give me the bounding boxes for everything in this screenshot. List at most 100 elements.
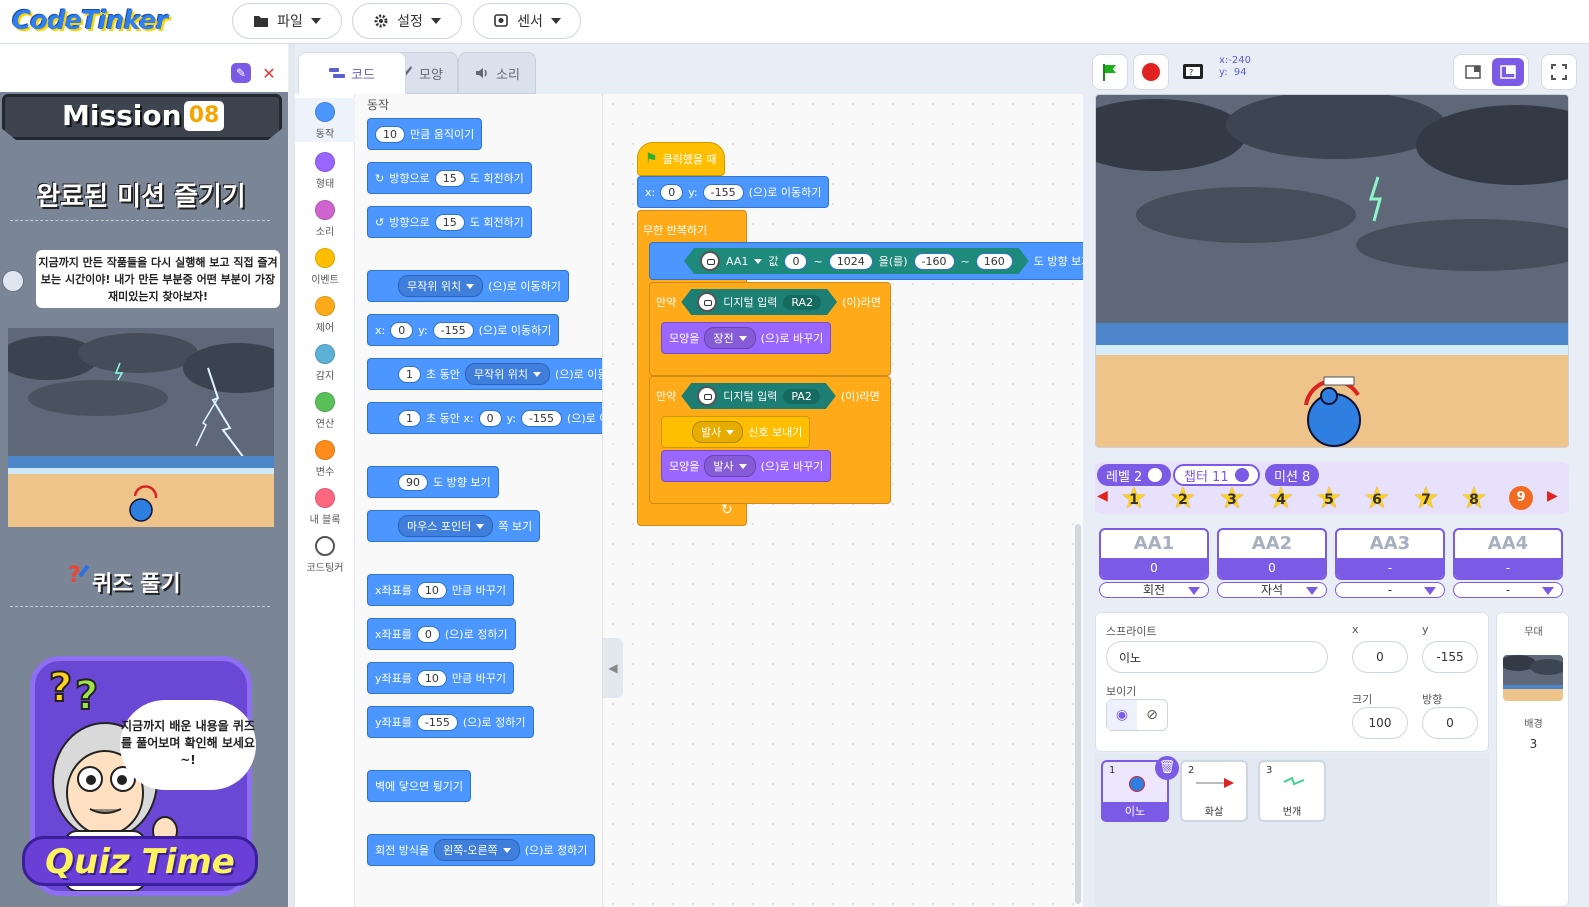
category-sound[interactable]: 소리	[295, 198, 355, 242]
category-motion[interactable]: 동작	[295, 98, 355, 142]
block-input[interactable]: 0	[416, 625, 440, 643]
mission-preview-image[interactable]	[8, 328, 274, 527]
star-2[interactable]: ★ 2	[1168, 484, 1198, 514]
block-input[interactable]: -155	[521, 409, 562, 427]
block-input[interactable]: -160	[914, 253, 955, 270]
block-input[interactable]: 10	[416, 581, 447, 599]
block-goto-random[interactable]: 무작위 위치 (으)로 이동하기	[367, 270, 569, 302]
quiz-time-button[interactable]: Quiz Time	[22, 836, 258, 886]
block-input[interactable]: 10	[375, 125, 405, 143]
category-variables[interactable]: 변수	[295, 438, 355, 482]
block-dropdown[interactable]: 무작위 위치	[464, 363, 550, 385]
direction-input[interactable]: 0	[1422, 707, 1478, 739]
stage-backdrop-thumbnail[interactable]	[1503, 655, 1563, 701]
category-codetinker[interactable]: 코드팅커	[295, 534, 355, 578]
stage-selector[interactable]: 무대 배경 3	[1496, 612, 1569, 907]
tab-sounds[interactable]: 소리	[458, 52, 536, 94]
block-input[interactable]: 0	[660, 183, 684, 201]
block-goto-xy[interactable]: x: 0 y: -155 (으)로 이동하기	[637, 176, 830, 208]
block-change-x[interactable]: x좌표를 10 만큼 바꾸기	[367, 574, 514, 606]
block-dropdown[interactable]: 왼쪽-오른쪽	[434, 839, 520, 861]
block-goto-xy[interactable]: x: 0 y: -155 (으)로 이동하기	[367, 314, 560, 346]
tab-code[interactable]: 코드	[298, 52, 406, 94]
star-7[interactable]: ★ 7	[1411, 484, 1441, 514]
fullscreen-button[interactable]	[1541, 54, 1577, 90]
green-flag-button[interactable]	[1092, 54, 1128, 90]
app-logo[interactable]: CodeTinker	[12, 6, 168, 36]
sensor-board-icon[interactable]: ?	[1181, 58, 1205, 82]
block-input[interactable]: 0	[390, 321, 414, 339]
block-switch-costume[interactable]: 모양을 발사 (으)로 바꾸기	[661, 450, 832, 482]
stop-button[interactable]	[1133, 54, 1169, 90]
block-change-y[interactable]: y좌표를 10 만큼 바꾸기	[367, 662, 514, 694]
block-turn-left[interactable]: ↺ 방향으로 15 도 회전하기	[367, 206, 532, 238]
sensor-mode-select[interactable]: -	[1453, 582, 1563, 598]
block-input[interactable]: -155	[416, 713, 458, 731]
next-arrow-icon[interactable]: ▶	[1547, 488, 1558, 504]
block-point-towards[interactable]: 마우스 포인터 쪽 보기	[367, 510, 541, 542]
block-input[interactable]: -155	[702, 183, 744, 201]
close-icon[interactable]: ✕	[259, 63, 279, 83]
sensor-reporter[interactable]: AA1 값 0 ~ 1024 을(를) -160 ~ 160	[684, 248, 1029, 274]
script-canvas[interactable]: 무한 반복하기 ↻ ⚑ 클릭했을 때 x: 0 y: -155 (으)로 이동하…	[603, 94, 1083, 907]
star-1[interactable]: ★ 1	[1119, 484, 1149, 514]
sensor-menu-button[interactable]: 센서	[473, 3, 581, 39]
block-input[interactable]: 15	[434, 169, 465, 187]
category-control[interactable]: 제어	[295, 294, 355, 338]
stage-canvas[interactable]	[1095, 94, 1569, 448]
previous-arrow-icon[interactable]: ◀	[1097, 488, 1108, 504]
block-if-digital-ra2[interactable]: 만약 디지털 입력 RA2 (이)라면	[649, 284, 888, 320]
collapse-palette-handle[interactable]: ◀	[603, 638, 623, 698]
block-when-flag-clicked[interactable]: ⚑ 클릭했을 때	[637, 142, 725, 176]
block-input[interactable]: 160	[976, 253, 1013, 270]
category-my-blocks[interactable]: 내 블록	[295, 486, 355, 530]
block-turn-right[interactable]: ↻ 방향으로 15 도 회전하기	[367, 162, 532, 194]
block-dropdown[interactable]: 발사	[692, 421, 744, 443]
size-input[interactable]: 100	[1352, 707, 1408, 739]
block-dropdown[interactable]: 무작위 위치	[398, 275, 484, 297]
block-input[interactable]: 15	[434, 213, 465, 231]
sensor-mode-select[interactable]: 자석	[1217, 582, 1327, 598]
block-dropdown[interactable]: 장전	[704, 327, 756, 349]
x-input[interactable]: 0	[1352, 641, 1408, 673]
sensor-mode-select[interactable]: 회전	[1099, 582, 1209, 598]
category-operators[interactable]: 연산	[295, 390, 355, 434]
y-input[interactable]: -155	[1422, 641, 1478, 673]
digital-input-reporter[interactable]: 디지털 입력 PA2	[681, 383, 836, 409]
hide-button[interactable]: ⊘	[1137, 700, 1167, 730]
sprite-tile-ino[interactable]: 1 이노 🗑	[1101, 756, 1179, 822]
block-input[interactable]: 1024	[829, 253, 873, 270]
file-menu-button[interactable]: 파일	[232, 3, 342, 39]
star-3[interactable]: ★ 3	[1217, 484, 1247, 514]
category-looks[interactable]: 형태	[295, 150, 355, 194]
block-switch-costume[interactable]: 모양을 장전 (으)로 바꾸기	[661, 322, 832, 354]
block-broadcast[interactable]: 발사 신호 보내기	[661, 416, 811, 448]
sprite-tile-lightning[interactable]: 3 번개	[1258, 760, 1326, 822]
edit-icon[interactable]: ✎	[231, 63, 251, 83]
block-sensor-map-direction[interactable]: AA1 값 0 ~ 1024 을(를) -160 ~ 160 도 방향 보기	[649, 242, 1083, 280]
star-8[interactable]: ★ 8	[1459, 484, 1489, 514]
trash-icon[interactable]: 🗑	[1155, 756, 1179, 780]
block-input[interactable]: 90	[398, 473, 428, 491]
block-dropdown[interactable]: 발사	[704, 455, 756, 477]
settings-menu-button[interactable]: 설정	[352, 3, 462, 39]
large-stage-button[interactable]	[1492, 58, 1524, 86]
port-dropdown[interactable]: RA2	[783, 295, 821, 310]
block-input[interactable]: -155	[432, 321, 474, 339]
block-input[interactable]: 10	[416, 669, 447, 687]
block-set-y[interactable]: y좌표를 -155 (으)로 정하기	[367, 706, 534, 738]
block-rotation-style[interactable]: 회전 방식을 왼쪽-오른쪽 (으)로 정하기	[367, 834, 596, 866]
block-dropdown[interactable]: 마우스 포인터	[398, 515, 494, 537]
current-mission-badge[interactable]: 9	[1509, 486, 1533, 510]
block-glide-xy[interactable]: 1 초 동안 x: 0 y: -155 (으)로 이동하기	[367, 402, 602, 434]
block-move-steps[interactable]: 10 만큼 움직이기	[367, 118, 483, 150]
block-input[interactable]: 1	[398, 409, 421, 427]
block-bounce[interactable]: 벽에 닿으면 튕기기	[367, 770, 471, 802]
sprite-name-input[interactable]: 이노	[1106, 641, 1328, 673]
star-5[interactable]: ★ 5	[1314, 484, 1344, 514]
block-input[interactable]: 0	[784, 253, 807, 270]
block-point-direction[interactable]: 90 도 방향 보기	[367, 466, 499, 498]
block-input[interactable]: 0	[478, 409, 502, 427]
show-button[interactable]: ◉	[1107, 700, 1137, 730]
sprite-tile-arrow[interactable]: 2 화살	[1180, 760, 1248, 822]
